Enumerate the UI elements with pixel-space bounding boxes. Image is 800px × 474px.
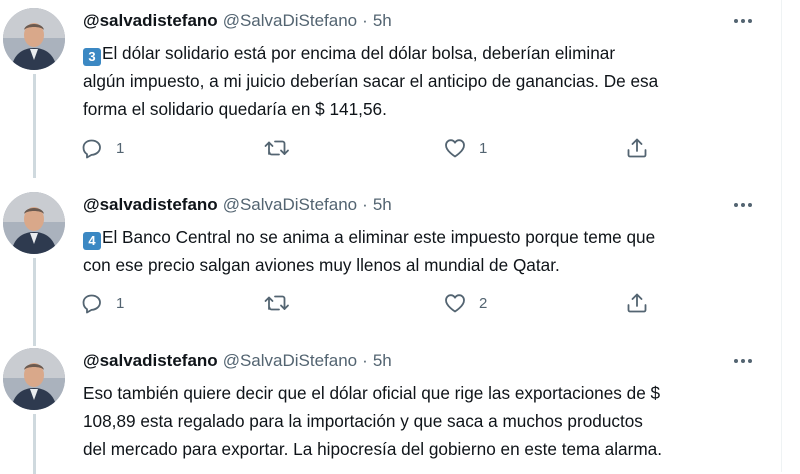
- thread-connector: [33, 414, 36, 474]
- tweet-header: @salvadistefano @SalvaDiStefano · 5h: [83, 192, 392, 218]
- tweet-text-content: El Banco Central no se anima a eliminar …: [102, 227, 656, 247]
- separator-dot: ·: [362, 195, 368, 214]
- timestamp[interactable]: 5h: [373, 11, 392, 31]
- column-divider: [781, 0, 782, 472]
- tweet-header: @salvadistefano @SalvaDiStefano · 5h: [83, 348, 392, 374]
- reply-button[interactable]: 1: [80, 290, 124, 316]
- tweet-text-content: El dólar solidario está por encima del d…: [102, 43, 616, 63]
- share-button[interactable]: [625, 135, 649, 161]
- author-name[interactable]: @salvadistefano: [83, 351, 218, 371]
- timestamp[interactable]: 5h: [373, 351, 392, 371]
- author-handle[interactable]: @SalvaDiStefano: [223, 195, 357, 215]
- tweet-text-line: 108,89 esta regalado para la importación…: [83, 411, 643, 431]
- separator-dot: ·: [362, 11, 368, 30]
- tweet-text-line: algún impuesto, a mi juicio deberían sac…: [83, 71, 659, 91]
- keycap-4-emoji: 4: [83, 232, 101, 250]
- like-button[interactable]: 2: [443, 290, 487, 316]
- more-icon[interactable]: [728, 196, 758, 214]
- reply-icon: [82, 294, 101, 314]
- retweet-icon: [264, 295, 289, 311]
- tweet-text-line: Eso también quiere decir que el dólar of…: [83, 383, 661, 403]
- more-icon[interactable]: [728, 12, 758, 30]
- reply-button[interactable]: 1: [80, 135, 124, 161]
- author-handle[interactable]: @SalvaDiStefano: [223, 11, 357, 31]
- retweet-button[interactable]: [263, 290, 303, 316]
- tweet-text: 4 El Banco Central no se anima a eliminar…: [83, 223, 773, 279]
- author-name[interactable]: @salvadistefano: [83, 11, 218, 31]
- reply-count: 1: [116, 139, 125, 157]
- like-icon: [445, 139, 465, 158]
- tweet-actions: 1 1: [80, 135, 680, 161]
- tweet-text-line: forma el solidario quedaría en $ 141,56.: [83, 99, 387, 119]
- tweet-text-line: 3 El dólar solidario está por encima del …: [83, 39, 773, 67]
- avatar[interactable]: [3, 8, 65, 70]
- like-icon: [445, 294, 465, 313]
- tweet-actions: 1 2: [80, 290, 680, 316]
- share-button[interactable]: [625, 290, 649, 316]
- thread-timeline: @salvadistefano @SalvaDiStefano · 5h 3 El…: [0, 0, 800, 474]
- retweet-button[interactable]: [263, 135, 303, 161]
- thread-connector: [33, 258, 36, 346]
- tweet-text-line: del mercado para exportar. La hipocresía…: [83, 439, 662, 459]
- separator-dot: ·: [362, 351, 368, 370]
- tweet-text: 3 El dólar solidario está por encima del …: [83, 39, 773, 123]
- tweet-text-line: 4 El Banco Central no se anima a eliminar…: [83, 223, 773, 251]
- timestamp[interactable]: 5h: [373, 195, 392, 215]
- like-count: 1: [479, 139, 488, 157]
- tweet-text-line: con ese precio salgan aviones muy llenos…: [83, 255, 560, 275]
- reply-count: 1: [116, 294, 125, 312]
- thread-connector: [33, 74, 36, 178]
- like-count: 2: [479, 294, 488, 312]
- keycap-3-emoji: 3: [83, 48, 101, 66]
- retweet-icon: [264, 140, 289, 156]
- like-button[interactable]: 1: [443, 135, 487, 161]
- avatar[interactable]: [3, 348, 65, 410]
- author-name[interactable]: @salvadistefano: [83, 195, 218, 215]
- tweet-header: @salvadistefano @SalvaDiStefano · 5h: [83, 8, 392, 34]
- author-handle[interactable]: @SalvaDiStefano: [223, 351, 357, 371]
- share-icon: [627, 138, 647, 158]
- reply-icon: [82, 139, 101, 159]
- avatar[interactable]: [3, 192, 65, 254]
- share-icon: [627, 293, 647, 313]
- tweet-text: Eso también quiere decir que el dólar of…: [83, 379, 773, 463]
- more-icon[interactable]: [728, 352, 758, 370]
